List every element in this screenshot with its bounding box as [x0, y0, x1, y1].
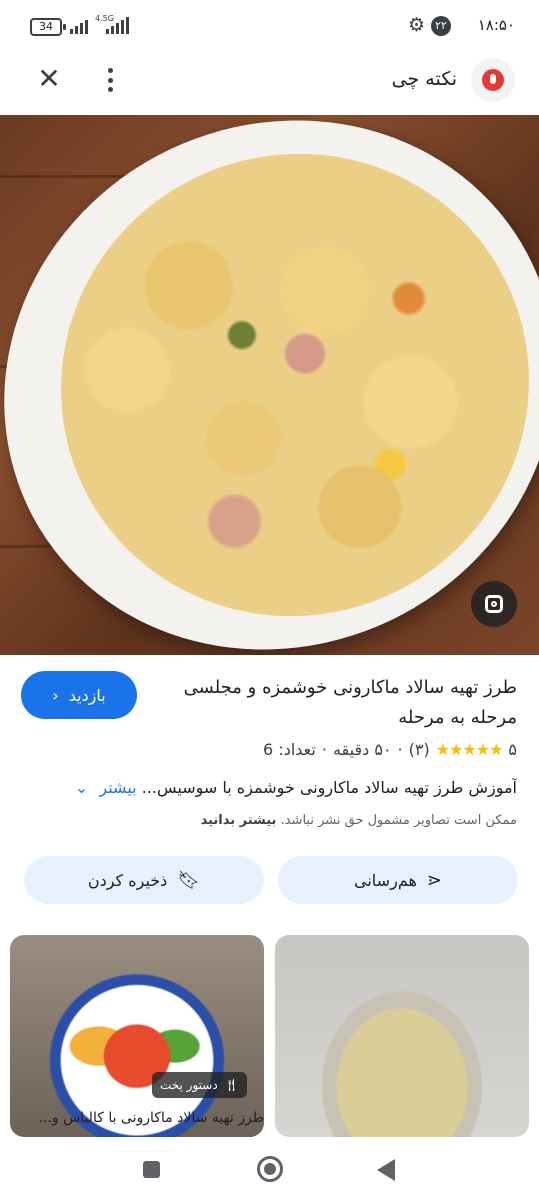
rating-stars: ★★★★★ — [435, 740, 504, 759]
site-logo-icon — [471, 58, 515, 102]
utensils-icon: 🍴︎ — [223, 1078, 239, 1092]
duration: ۵۰ دقیقه — [332, 740, 392, 759]
site-name: نکته چی — [391, 68, 457, 90]
hero-image[interactable] — [0, 115, 539, 655]
related-image-1[interactable] — [10, 935, 264, 1137]
rating-value: ۵ — [508, 740, 517, 759]
result-meta: ۵ ★★★★★ (۳) · ۵۰ دقیقه · تعداد: 6 — [263, 740, 517, 759]
bookmark-icon: 🔖︎ — [177, 869, 201, 891]
more-link[interactable]: بیشتر — [99, 778, 136, 797]
visit-label: بازدید — [68, 685, 106, 705]
lens-search-icon[interactable] — [471, 581, 517, 627]
status-bar: 34 4.5G ⚙ ۲۲ ۱۸:۵۰ — [0, 0, 539, 52]
app-bar: ✕ نکته چی — [0, 52, 539, 112]
visit-button[interactable]: بازدید ‹ — [21, 671, 137, 719]
share-button[interactable]: ⋖ هم‌رسانی — [278, 856, 518, 904]
share-icon: ⋖ — [426, 869, 442, 891]
chevron-left-icon: ‹ — [52, 685, 59, 705]
system-nav-bar — [0, 1140, 539, 1200]
gear-icon: ⚙ — [407, 14, 425, 36]
related-image-2[interactable] — [275, 935, 529, 1137]
meta-separator-2: · — [321, 740, 327, 759]
more-vert-icon[interactable] — [100, 66, 120, 94]
home-icon[interactable] — [257, 1156, 283, 1182]
signal-icon — [70, 16, 88, 34]
battery-indicator: 34 — [30, 18, 66, 36]
review-count: (۳) — [408, 740, 430, 759]
signal-icon-2 — [106, 16, 129, 34]
recents-icon[interactable] — [143, 1161, 160, 1178]
status-time: ۱۸:۵۰ — [477, 16, 515, 34]
servings: تعداد: 6 — [263, 740, 316, 759]
chevron-down-icon[interactable]: ⌄ — [75, 778, 88, 797]
recipe-chip: 🍴︎ دستور پخت — [152, 1072, 247, 1098]
save-button[interactable]: 🔖︎ ذخیره کردن — [24, 856, 264, 904]
learn-more-link[interactable]: بیشتر بدانید — [201, 813, 277, 828]
copyright-notice: ممکن است تصاویر مشمول حق نشر نباشد. بیشت… — [22, 813, 517, 828]
close-icon[interactable]: ✕ — [36, 65, 62, 93]
meta-separator: · — [397, 740, 403, 759]
recipe-chip-label: دستور پخت — [160, 1078, 218, 1092]
related-card-title[interactable]: طرز تهیه سالاد ماکارونی با کالباس و... — [12, 1110, 264, 1126]
result-title[interactable]: طرز تهیه سالاد ماکارونی خوشمزه و مجلسی م… — [157, 673, 517, 733]
save-label: ذخیره کردن — [87, 870, 168, 890]
notification-badge: ۲۲ — [431, 16, 451, 36]
result-description: آموزش طرز تهیه سالاد ماکارونی خوشمزه با … — [22, 778, 517, 797]
description-text: آموزش طرز تهیه سالاد ماکارونی خوشمزه با … — [141, 778, 517, 797]
share-label: هم‌رسانی — [354, 870, 417, 890]
copyright-text: ممکن است تصاویر مشمول حق نشر نباشد. — [280, 813, 517, 828]
back-icon[interactable] — [377, 1159, 395, 1181]
